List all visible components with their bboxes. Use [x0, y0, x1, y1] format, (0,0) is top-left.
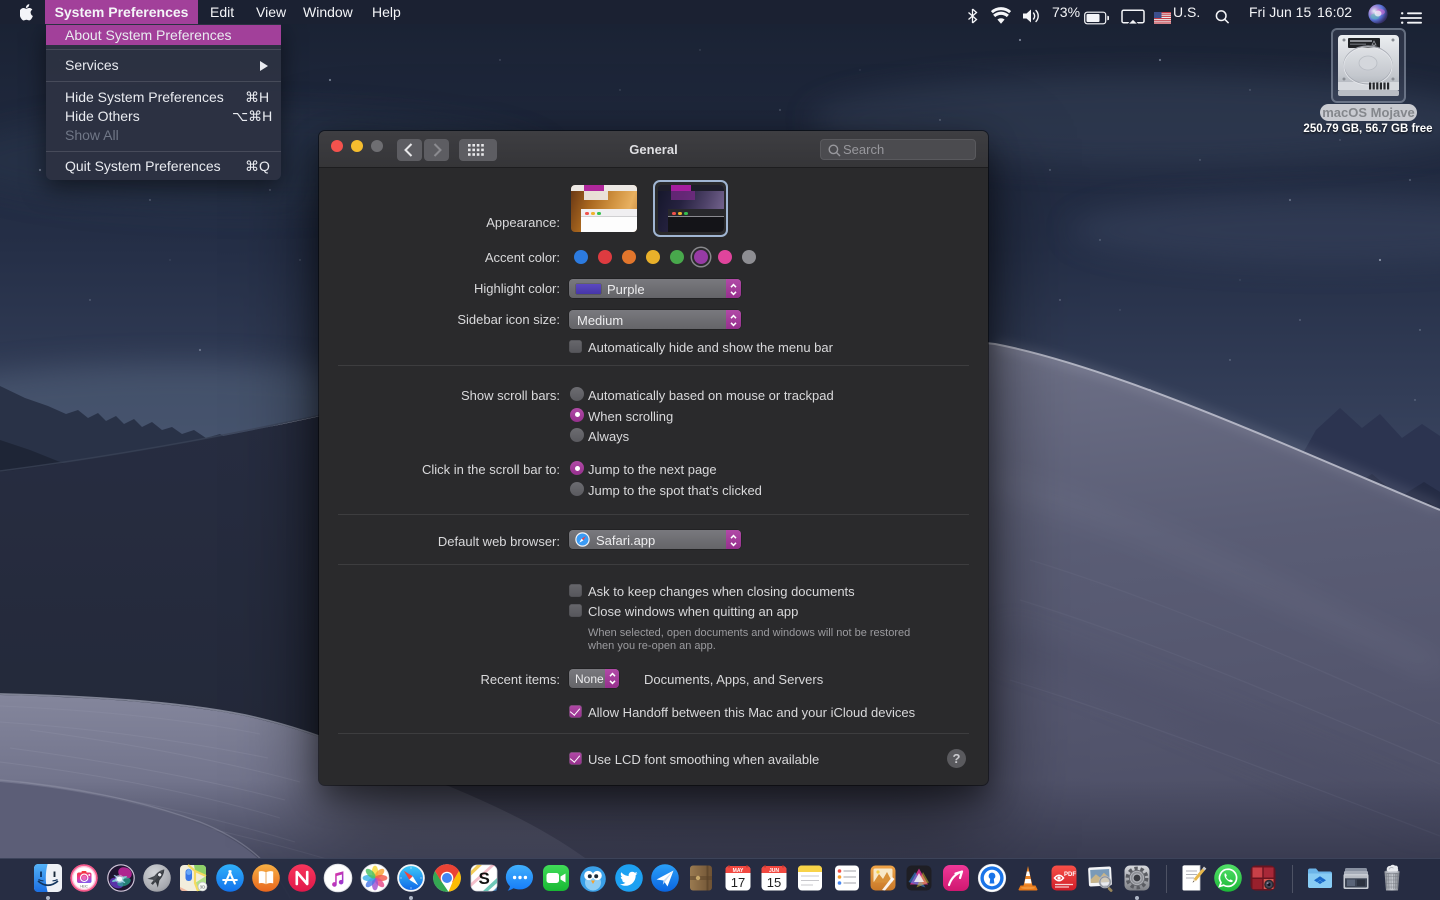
svg-text:15: 15	[767, 875, 781, 890]
svg-text:MAY: MAY	[732, 868, 743, 874]
svg-text:17: 17	[730, 875, 744, 890]
svg-text:3D: 3D	[200, 884, 207, 889]
svg-text:PDF: PDF	[1064, 872, 1076, 878]
svg-text:JUN: JUN	[769, 868, 779, 874]
svg-text:HEIC: HEIC	[80, 885, 88, 889]
svg-text:S: S	[478, 869, 489, 888]
